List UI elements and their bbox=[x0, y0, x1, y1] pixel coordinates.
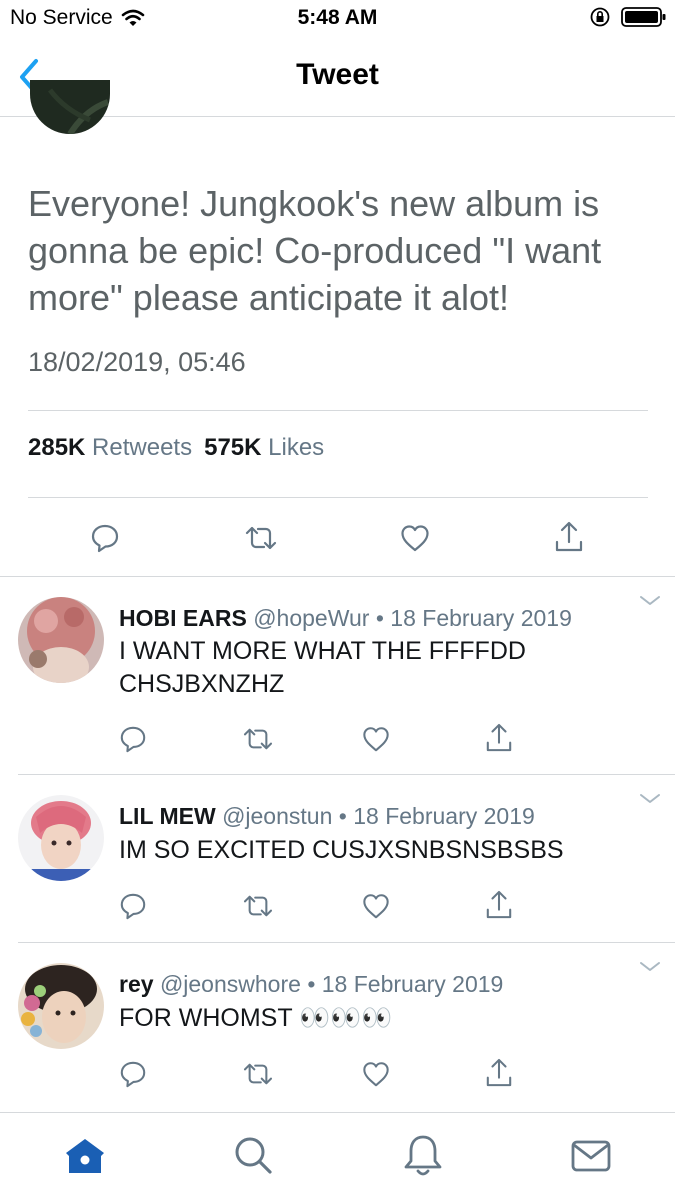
share-button[interactable] bbox=[485, 722, 513, 754]
chevron-down-icon[interactable] bbox=[639, 961, 661, 973]
status-time: 5:48 AM bbox=[297, 6, 378, 29]
reply-header: HOBI EARS @hopeWur • 18 February 2019 bbox=[119, 605, 572, 632]
likes-count: 575K bbox=[204, 434, 262, 461]
like-button[interactable] bbox=[362, 892, 390, 920]
separator-dot: • bbox=[375, 605, 384, 631]
like-button[interactable] bbox=[362, 725, 390, 753]
likes-label: Likes bbox=[268, 434, 325, 461]
battery-icon bbox=[621, 7, 666, 27]
retweets-count: 285K bbox=[28, 434, 86, 461]
retweets-stat[interactable]: 285K Retweets bbox=[28, 434, 192, 462]
chevron-down-icon[interactable] bbox=[639, 595, 661, 607]
share-button[interactable] bbox=[554, 520, 584, 554]
tab-home[interactable] bbox=[64, 1137, 106, 1175]
author-avatar[interactable] bbox=[30, 80, 110, 134]
retweet-button[interactable] bbox=[244, 524, 278, 552]
divider bbox=[28, 497, 648, 498]
divider bbox=[28, 410, 648, 411]
like-button[interactable] bbox=[400, 523, 430, 553]
reply-handle[interactable]: @jeonstun bbox=[222, 803, 332, 829]
reply-button[interactable] bbox=[119, 892, 147, 920]
retweet-button[interactable] bbox=[242, 726, 274, 752]
reply-display-name[interactable]: HOBI EARS bbox=[119, 605, 247, 631]
reply-text: I WANT MORE WHAT THE FFFFDD CHSJBXNZHZ bbox=[119, 637, 526, 698]
reply-handle[interactable]: @hopeWur bbox=[253, 605, 369, 631]
tweet-stats: 285K Retweets 575K Likes bbox=[28, 434, 324, 462]
tweet-actions bbox=[0, 510, 675, 566]
reply-text: IM SO EXCITED CUSJXSNBSNSBSBS bbox=[119, 836, 564, 864]
separator-dot: • bbox=[338, 803, 347, 829]
tab-messages[interactable] bbox=[570, 1139, 612, 1173]
reply-avatar[interactable] bbox=[18, 963, 104, 1049]
chevron-down-icon[interactable] bbox=[639, 793, 661, 805]
reply-avatar[interactable] bbox=[18, 795, 104, 881]
status-right bbox=[589, 6, 667, 28]
likes-stat[interactable]: 575K Likes bbox=[204, 434, 324, 462]
reply-tweet[interactable]: HOBI EARS @hopeWur • 18 February 2019 I … bbox=[0, 577, 675, 773]
reply-tweet[interactable]: rey @jeonswhore • 18 February 2019 FOR W… bbox=[0, 943, 675, 1111]
reply-date: 18 February 2019 bbox=[353, 803, 535, 829]
like-button[interactable] bbox=[362, 1060, 390, 1088]
reply-date: 18 February 2019 bbox=[321, 971, 504, 997]
tab-bar bbox=[0, 1112, 675, 1201]
reply-date: 18 February 2019 bbox=[390, 605, 572, 631]
reply-button[interactable] bbox=[119, 1060, 147, 1088]
share-button[interactable] bbox=[485, 889, 513, 921]
retweet-button[interactable] bbox=[242, 893, 274, 919]
reply-display-name[interactable]: LIL MEW bbox=[119, 803, 216, 829]
orientation-lock-icon bbox=[590, 7, 610, 27]
separator-dot: • bbox=[307, 971, 316, 997]
status-bar: No Service 5:48 AM bbox=[0, 0, 675, 38]
share-button[interactable] bbox=[485, 1057, 513, 1089]
reply-header: rey @jeonswhore • 18 February 2019 bbox=[119, 971, 503, 998]
reply-button[interactable] bbox=[119, 725, 147, 753]
reply-button[interactable] bbox=[90, 523, 120, 553]
reply-display-name[interactable]: rey bbox=[119, 971, 154, 997]
tab-search[interactable] bbox=[233, 1135, 273, 1175]
retweets-label: Retweets bbox=[92, 434, 193, 461]
reply-handle[interactable]: @jeonswhore bbox=[160, 971, 301, 997]
reply-tweet[interactable]: LIL MEW @jeonstun • 18 February 2019 IM … bbox=[0, 775, 675, 941]
tab-notifications[interactable] bbox=[403, 1133, 443, 1177]
tweet-text: Everyone! Jungkook's new album is gonna … bbox=[28, 183, 602, 318]
retweet-button[interactable] bbox=[242, 1061, 274, 1087]
tweet-timestamp: 18/02/2019, 05:46 bbox=[28, 347, 246, 377]
reply-avatar[interactable] bbox=[18, 597, 104, 683]
reply-header: LIL MEW @jeonstun • 18 February 2019 bbox=[119, 803, 535, 830]
reply-text: FOR WHOMST 👀👀👀 bbox=[119, 1004, 393, 1032]
